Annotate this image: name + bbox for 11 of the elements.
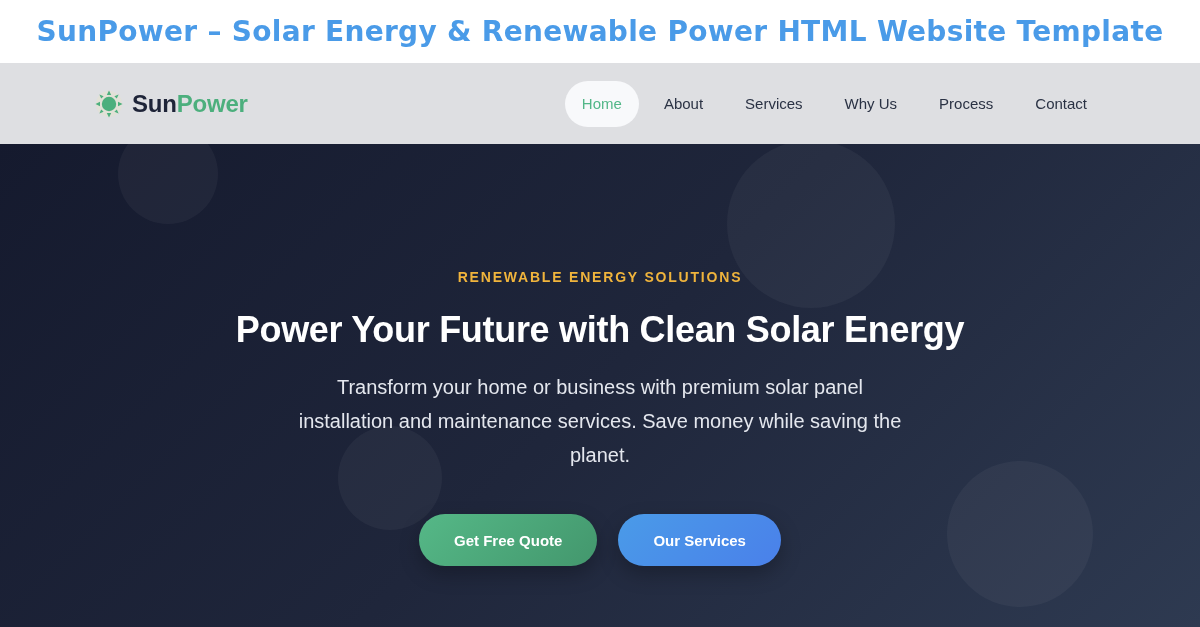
nav-link[interactable]: Process [922,80,1011,127]
nav-link[interactable]: Services [728,80,820,127]
hero-eyebrow: RENEWABLE ENERGY SOLUTIONS [457,268,743,286]
page-title: SunPower – Solar Energy & Renewable Power HTML Website Template [36,15,1164,48]
logo-text[interactable]: SunPower [132,89,248,118]
sun-logo-icon [95,89,123,118]
nav-link[interactable]: Contact [1018,80,1104,127]
hero-description: Transform your home or business with premium solar panel installation and maintenance services. Save money while saving the planet. [297,375,903,468]
nav-link[interactable]: About [646,80,721,127]
hero-heading: Power Your Future with Clean Solar Energy [235,308,965,352]
nav-link[interactable]: Why Us [827,80,915,127]
